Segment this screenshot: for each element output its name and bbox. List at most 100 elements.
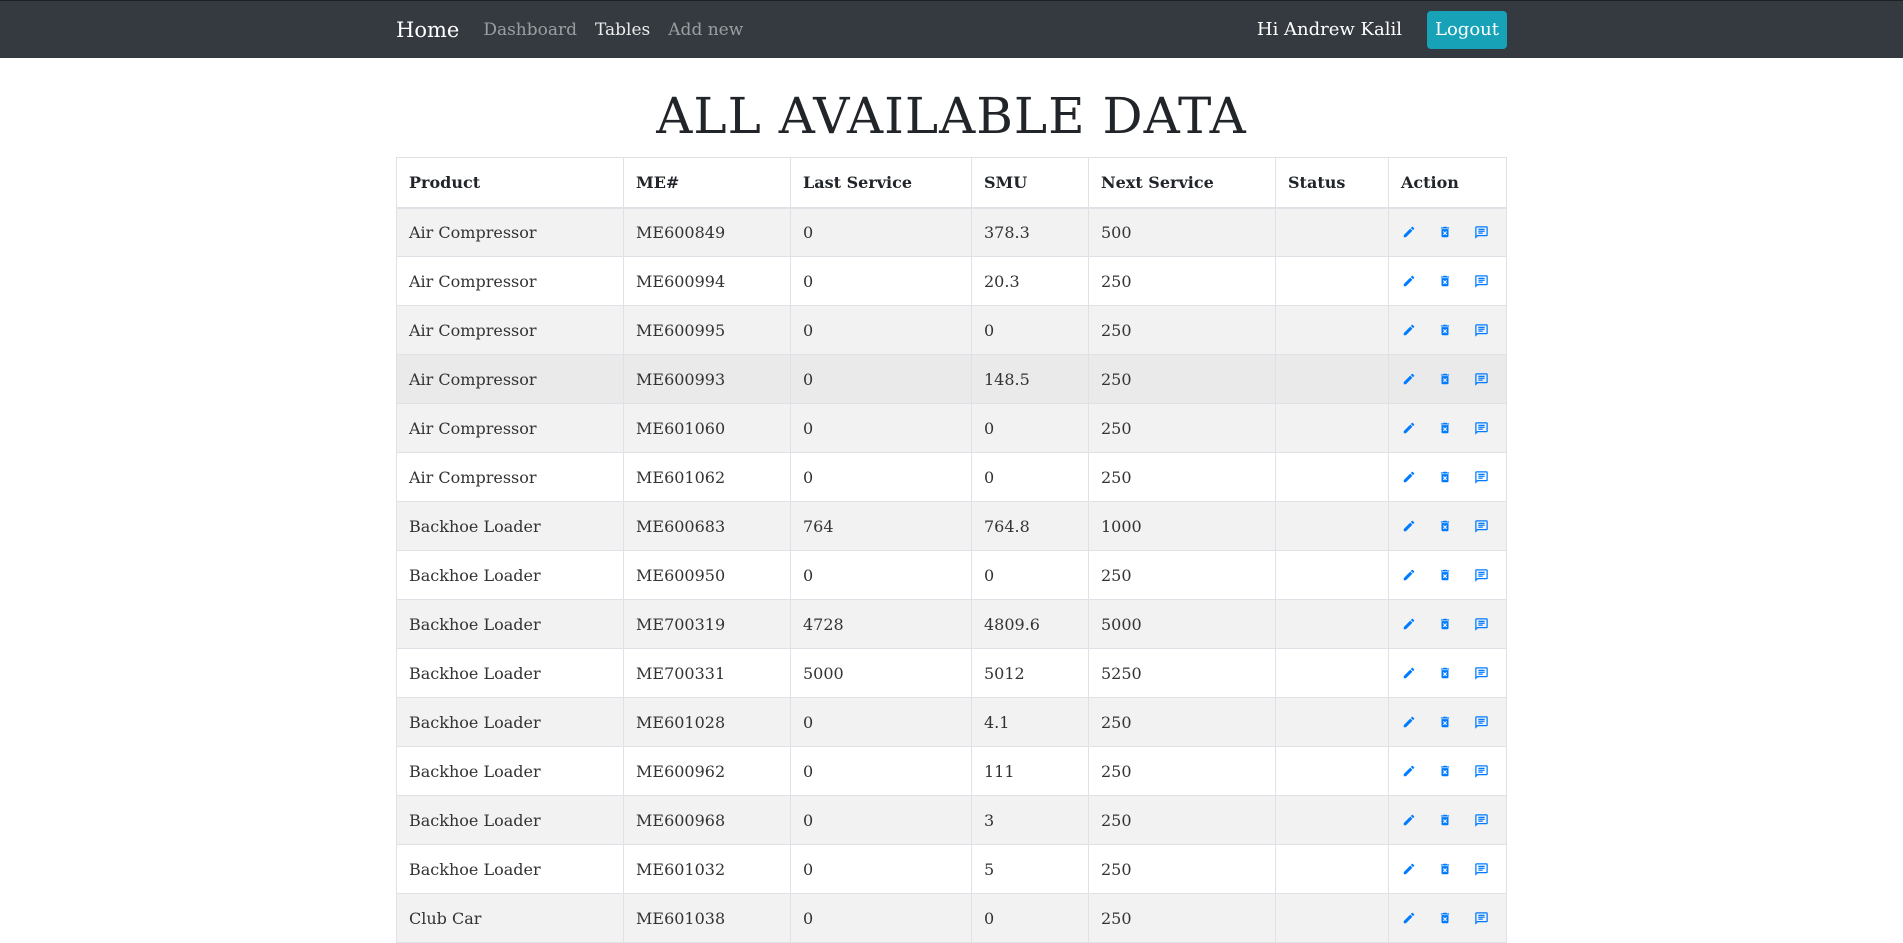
cell-smu: 0 <box>971 452 1089 502</box>
column-header-product[interactable]: Product <box>396 157 624 209</box>
delete-icon[interactable] <box>1438 568 1452 582</box>
column-header-last-service[interactable]: Last Service <box>790 157 972 209</box>
cell-last-service: 0 <box>790 550 972 600</box>
delete-icon[interactable] <box>1438 764 1452 778</box>
edit-icon[interactable] <box>1402 519 1416 533</box>
edit-icon[interactable] <box>1402 617 1416 631</box>
edit-icon[interactable] <box>1402 813 1416 827</box>
edit-icon[interactable] <box>1402 274 1416 288</box>
cell-action <box>1388 844 1507 894</box>
comment-icon[interactable] <box>1474 372 1489 387</box>
cell-smu: 5012 <box>971 648 1089 698</box>
cell-product: Air Compressor <box>396 403 624 453</box>
edit-icon[interactable] <box>1402 666 1416 680</box>
table-body: Air Compressor ME600849 0 378.3 500 Air Compr… <box>396 207 1507 943</box>
delete-icon[interactable] <box>1438 715 1452 729</box>
table-row: Backhoe Loader ME601028 0 4.1 250 <box>396 697 1507 747</box>
column-header-smu[interactable]: SMU <box>971 157 1089 209</box>
delete-icon[interactable] <box>1438 666 1452 680</box>
cell-status <box>1275 893 1389 943</box>
cell-action <box>1388 550 1507 600</box>
edit-icon[interactable] <box>1402 764 1416 778</box>
cell-smu: 0 <box>971 403 1089 453</box>
cell-smu: 0 <box>971 550 1089 600</box>
comment-icon[interactable] <box>1474 911 1489 926</box>
cell-last-service: 0 <box>790 207 972 257</box>
delete-icon[interactable] <box>1438 617 1452 631</box>
cell-smu: 111 <box>971 746 1089 796</box>
delete-icon[interactable] <box>1438 470 1452 484</box>
cell-next-service: 5250 <box>1088 648 1276 698</box>
edit-icon[interactable] <box>1402 862 1416 876</box>
navbar: Home Dashboard Tables Add new Hi Andrew … <box>0 0 1903 58</box>
edit-icon[interactable] <box>1402 421 1416 435</box>
comment-icon[interactable] <box>1474 568 1489 583</box>
cell-me-number: ME700331 <box>623 648 791 698</box>
nav-link-tables[interactable]: Tables <box>595 20 650 40</box>
cell-product: Backhoe Loader <box>396 746 624 796</box>
edit-icon[interactable] <box>1402 715 1416 729</box>
comment-icon[interactable] <box>1474 470 1489 485</box>
delete-icon[interactable] <box>1438 225 1452 239</box>
nav-link-dashboard[interactable]: Dashboard <box>483 20 577 40</box>
comment-icon[interactable] <box>1474 274 1489 289</box>
cell-me-number: ME600993 <box>623 354 791 404</box>
delete-icon[interactable] <box>1438 274 1452 288</box>
cell-product: Backhoe Loader <box>396 795 624 845</box>
table-row: Air Compressor ME600993 0 148.5 250 <box>396 354 1507 404</box>
comment-icon[interactable] <box>1474 764 1489 779</box>
edit-icon[interactable] <box>1402 372 1416 386</box>
table-row: Air Compressor ME601060 0 0 250 <box>396 403 1507 453</box>
comment-icon[interactable] <box>1474 617 1489 632</box>
column-header-me-number[interactable]: ME# <box>623 157 791 209</box>
cell-next-service: 500 <box>1088 207 1276 257</box>
delete-icon[interactable] <box>1438 911 1452 925</box>
nav-link-add-new[interactable]: Add new <box>668 20 743 40</box>
delete-icon[interactable] <box>1438 813 1452 827</box>
edit-icon[interactable] <box>1402 911 1416 925</box>
cell-status <box>1275 697 1389 747</box>
nav-brand-home[interactable]: Home <box>396 18 459 42</box>
cell-status <box>1275 501 1389 551</box>
edit-icon[interactable] <box>1402 225 1416 239</box>
delete-icon[interactable] <box>1438 323 1452 337</box>
comment-icon[interactable] <box>1474 666 1489 681</box>
cell-me-number: ME601028 <box>623 697 791 747</box>
cell-me-number: ME600962 <box>623 746 791 796</box>
table-row: Backhoe Loader ME700331 5000 5012 5250 <box>396 648 1507 698</box>
comment-icon[interactable] <box>1474 225 1489 240</box>
comment-icon[interactable] <box>1474 421 1489 436</box>
comment-icon[interactable] <box>1474 862 1489 877</box>
cell-last-service: 4728 <box>790 599 972 649</box>
cell-next-service: 250 <box>1088 697 1276 747</box>
comment-icon[interactable] <box>1474 715 1489 730</box>
cell-status <box>1275 648 1389 698</box>
cell-next-service: 5000 <box>1088 599 1276 649</box>
column-header-next-service[interactable]: Next Service <box>1088 157 1276 209</box>
cell-me-number: ME600995 <box>623 305 791 355</box>
cell-action <box>1388 746 1507 796</box>
comment-icon[interactable] <box>1474 813 1489 828</box>
cell-product: Backhoe Loader <box>396 599 624 649</box>
delete-icon[interactable] <box>1438 421 1452 435</box>
delete-icon[interactable] <box>1438 862 1452 876</box>
cell-next-service: 250 <box>1088 354 1276 404</box>
comment-icon[interactable] <box>1474 323 1489 338</box>
logout-button[interactable]: Logout <box>1427 10 1507 49</box>
cell-action <box>1388 452 1507 502</box>
cell-last-service: 0 <box>790 697 972 747</box>
column-header-status[interactable]: Status <box>1275 157 1389 209</box>
cell-me-number: ME601062 <box>623 452 791 502</box>
cell-last-service: 0 <box>790 746 972 796</box>
edit-icon[interactable] <box>1402 470 1416 484</box>
comment-icon[interactable] <box>1474 519 1489 534</box>
cell-status <box>1275 746 1389 796</box>
delete-icon[interactable] <box>1438 519 1452 533</box>
delete-icon[interactable] <box>1438 372 1452 386</box>
cell-action <box>1388 207 1507 257</box>
cell-next-service: 250 <box>1088 893 1276 943</box>
edit-icon[interactable] <box>1402 568 1416 582</box>
edit-icon[interactable] <box>1402 323 1416 337</box>
cell-status <box>1275 599 1389 649</box>
cell-status <box>1275 795 1389 845</box>
